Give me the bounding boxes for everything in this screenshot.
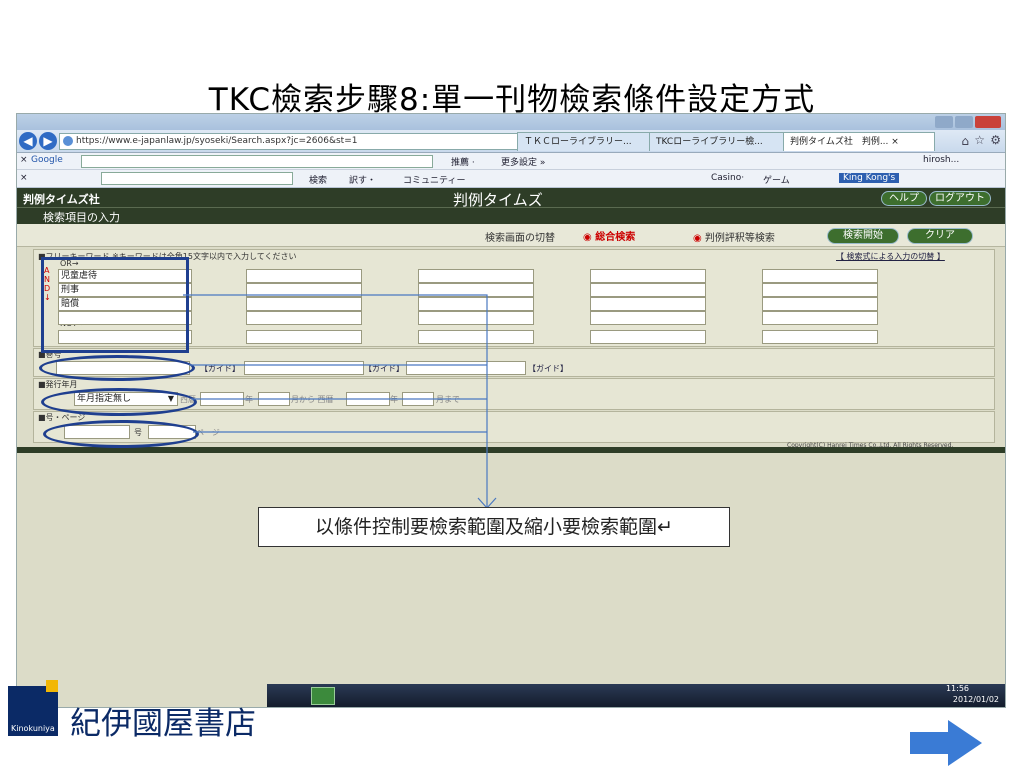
kinokuniya-logo: Kinokuniya: [8, 686, 58, 736]
tray-date: 2012/01/02: [952, 695, 999, 704]
browser-screenshot: ◀ ▶ https://www.e-japanlaw.jp/syoseki/Se…: [16, 113, 1006, 708]
tray-time: 11:56: [945, 684, 969, 693]
logo-accent: [46, 680, 58, 692]
excel-taskbar-icon[interactable]: [311, 687, 335, 705]
logo-text: Kinokuniya: [11, 724, 55, 733]
windows-taskbar: 11:56 2012/01/02: [267, 684, 1005, 707]
brand-name: 紀伊國屋書店: [70, 706, 256, 742]
connector-lines: [183, 294, 497, 509]
callout-box: 以條件控制要檢索範圍及縮小要檢索範圍↵: [258, 507, 730, 547]
next-arrow-icon[interactable]: [908, 718, 984, 768]
